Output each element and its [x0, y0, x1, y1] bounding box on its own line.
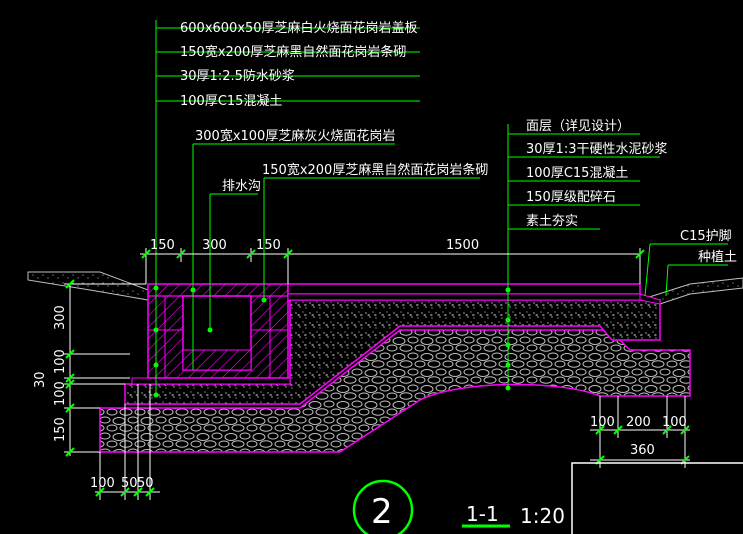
label-c15-concrete: 100厚C15混凝土 — [526, 165, 628, 181]
dim-bottom-right-360: 360 — [630, 443, 655, 458]
dim-bottom-left-100: 100 — [90, 476, 115, 491]
dim-left-150: 150 — [53, 417, 68, 442]
label-compacted-soil: 素土夯实 — [526, 214, 578, 229]
dim-top-300: 300 — [202, 238, 227, 253]
label-concrete: 100厚C15混凝土 — [180, 93, 282, 109]
dim-left-300: 300 — [53, 305, 68, 330]
section-scale: 1:20 — [520, 504, 565, 528]
dim-top-150b: 150 — [256, 238, 281, 253]
dim-left-100b: 100 — [53, 381, 68, 406]
dim-bottom-right-100b: 100 — [662, 415, 687, 430]
label-waterproof-mortar: 30厚1:2.5防水砂浆 — [180, 68, 295, 84]
dim-left-30: 30 — [33, 371, 48, 388]
section-number: 2 — [371, 492, 393, 532]
label-dry-mortar: 30厚1:3干硬性水泥砂浆 — [526, 142, 667, 157]
dim-bottom-right-200: 200 — [626, 415, 651, 430]
label-granite-block-2: 150宽x200厚芝麻黑自然面花岗岩条砌 — [262, 162, 488, 178]
label-granite-curb: 300宽x100厚芝麻灰火烧面花岗岩 — [195, 128, 395, 144]
dim-bottom-right-100a: 100 — [590, 415, 615, 430]
title-frame — [571, 462, 743, 534]
label-drain: 排水沟 — [222, 179, 261, 194]
label-granite-cover: 600x600x50厚芝麻白火烧面花岗岩盖板 — [180, 20, 418, 36]
label-planting-soil: 种植土 — [698, 250, 737, 265]
dim-top-1500: 1500 — [446, 238, 479, 253]
section-title: 1-1 — [466, 502, 499, 526]
dim-top-150a: 150 — [150, 238, 175, 253]
label-granite-block: 150宽x200厚芝麻黑自然面花岗岩条砌 — [180, 44, 406, 60]
section-drawing: 600x600x50厚芝麻白火烧面花岗岩盖板 150宽x200厚芝麻黑自然面花岗… — [27, 20, 743, 534]
dim-left-100a: 100 — [53, 349, 68, 374]
dim-bottom-left-50b: 50 — [137, 476, 154, 491]
label-graded-gravel: 150厚级配碎石 — [526, 190, 616, 205]
dim-bottom-left-50a: 50 — [121, 476, 138, 491]
label-surface: 面层（详见设计） — [526, 119, 630, 134]
drain-channel — [147, 283, 289, 379]
dim-line-top — [140, 248, 641, 284]
label-c15-footing: C15护脚 — [680, 228, 732, 244]
